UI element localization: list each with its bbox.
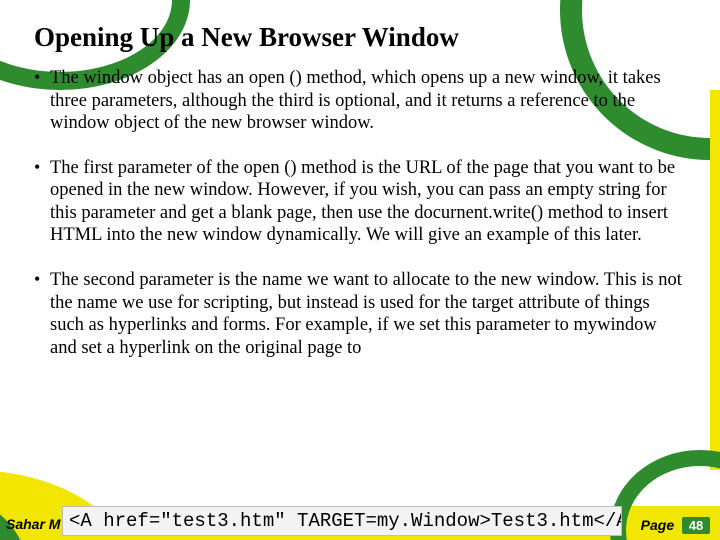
- slide-content: Opening Up a New Browser Window The wind…: [0, 0, 720, 540]
- page-number: 48: [682, 517, 710, 534]
- bullet-item: The window object has an open () method,…: [34, 67, 686, 135]
- bullet-item: The second parameter is the name we want…: [34, 269, 686, 359]
- bullet-item: The first parameter of the open () metho…: [34, 157, 686, 247]
- slide: Opening Up a New Browser Window The wind…: [0, 0, 720, 540]
- bullet-list: The window object has an open () method,…: [34, 67, 686, 359]
- slide-title: Opening Up a New Browser Window: [34, 22, 686, 53]
- page-label: Page: [641, 517, 674, 533]
- code-snippet: <A href="test3.htm" TARGET=my.Window>Tes…: [62, 506, 622, 536]
- page-indicator: Page 48: [641, 517, 710, 534]
- author-label: Sahar M: [6, 516, 60, 532]
